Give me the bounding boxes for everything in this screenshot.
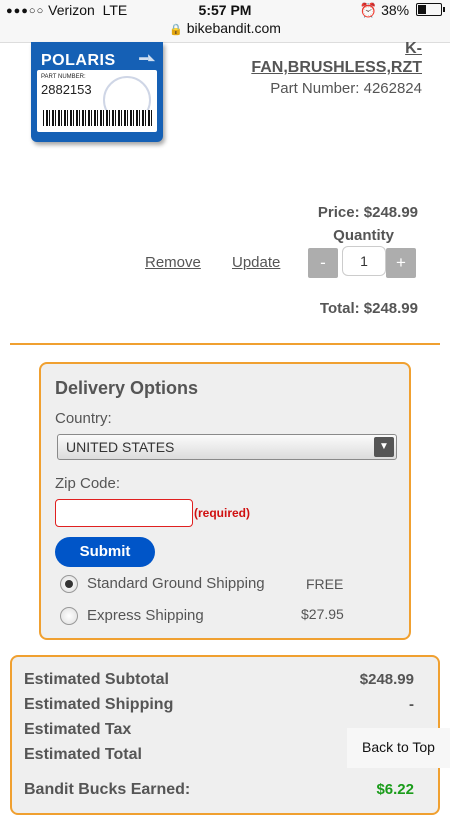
dropdown-arrow-icon: ▼ <box>374 437 394 457</box>
product-name-top[interactable]: K- <box>405 40 422 58</box>
remove-link[interactable]: Remove <box>145 254 201 271</box>
zip-code-input[interactable] <box>55 499 193 527</box>
lock-icon: 🔒 <box>169 24 183 36</box>
quantity-input[interactable] <box>342 246 386 276</box>
logo-part-label: PART NUMBER: <box>41 74 86 80</box>
summary-value-bandit-bucks: $6.22 <box>376 781 414 798</box>
product-name[interactable]: FAN,BRUSHLESS,RZT <box>251 59 422 77</box>
quantity-label: Quantity <box>333 227 394 244</box>
battery-icon <box>416 3 445 16</box>
submit-button[interactable]: Submit <box>55 537 155 567</box>
atv-icon: ▬◣ <box>139 52 155 62</box>
delivery-title: Delivery Options <box>55 378 199 398</box>
country-selected-value: UNITED STATES <box>66 439 175 455</box>
barcode <box>43 110 153 126</box>
delivery-options-panel: Delivery Options Country: UNITED STATES … <box>39 362 411 640</box>
part-number: Part Number: 4262824 <box>270 80 422 97</box>
standard-shipping-label[interactable]: Standard Ground Shipping <box>87 575 265 592</box>
express-shipping-label[interactable]: Express Shipping <box>87 607 204 624</box>
part-label-card: PART NUMBER: 2882153 <box>37 70 157 132</box>
section-divider <box>10 343 440 345</box>
update-link[interactable]: Update <box>232 254 280 271</box>
address-bar[interactable]: 🔒 bikebandit.com <box>0 20 450 43</box>
summary-label-tax: Estimated Tax <box>24 721 132 738</box>
url-text: bikebandit.com <box>186 20 281 36</box>
battery-percent: 38% <box>381 2 410 18</box>
item-price: Price: $248.99 <box>317 204 418 221</box>
summary-value-shipping: - <box>409 696 414 713</box>
status-bar: ●●●○○ Verizon LTE 5:57 PM ⏰ 38% <box>0 0 450 20</box>
quantity-increase-button[interactable]: + <box>386 248 416 278</box>
status-right: ⏰ 38% <box>359 2 445 19</box>
battery-fill <box>418 5 427 14</box>
summary-value-subtotal: $248.99 <box>359 671 414 688</box>
express-shipping-price: $27.95 <box>301 606 344 622</box>
express-shipping-radio[interactable] <box>60 607 78 625</box>
country-select[interactable]: UNITED STATES ▼ <box>57 434 397 460</box>
cart-total: Total: $248.99 <box>319 300 418 317</box>
summary-label-shipping: Estimated Shipping <box>24 696 174 713</box>
standard-shipping-price: FREE <box>306 576 344 592</box>
brand-logo: POLARIS <box>41 52 116 69</box>
summary-label-total: Estimated Total <box>24 746 142 763</box>
country-label: Country: <box>55 410 112 427</box>
summary-label-subtotal: Estimated Subtotal <box>24 671 169 688</box>
summary-label-bandit-bucks: Bandit Bucks Earned: <box>24 781 191 798</box>
product-image: POLARIS ▬◣ PART NUMBER: 2882153 <box>31 42 163 142</box>
required-note: (required) <box>194 506 251 520</box>
zip-label: Zip Code: <box>55 475 121 492</box>
quantity-decrease-button[interactable]: - <box>308 248 338 278</box>
logo-part-number: 2882153 <box>41 82 92 97</box>
alarm-icon: ⏰ <box>359 2 378 18</box>
standard-shipping-radio[interactable] <box>60 575 78 593</box>
back-to-top-button[interactable]: Back to Top <box>347 728 450 768</box>
